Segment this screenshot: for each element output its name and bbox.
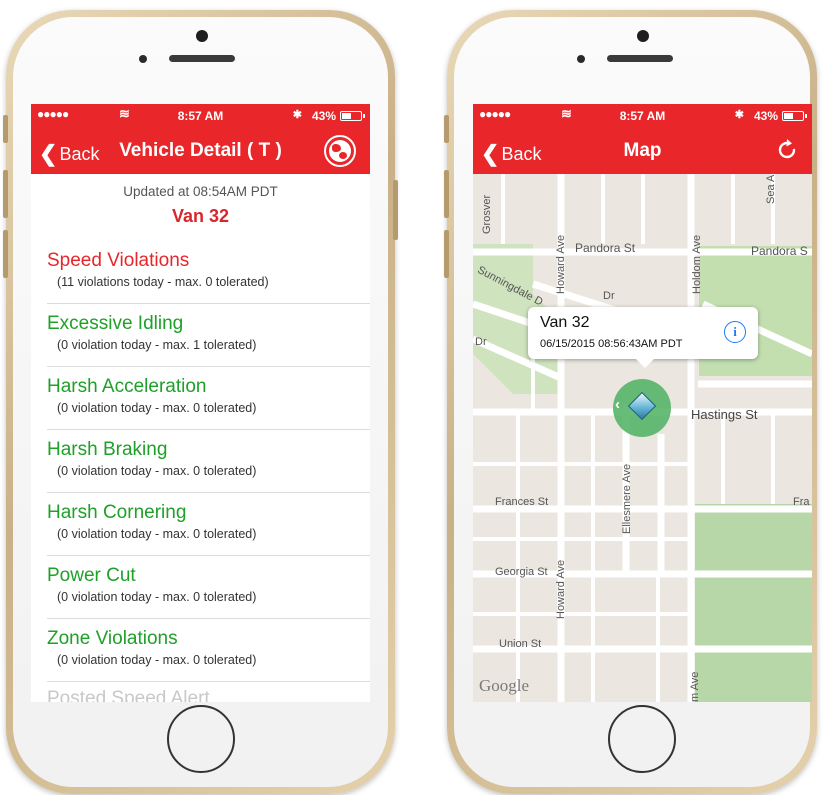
right-proximity-sensor (577, 55, 585, 63)
vehicle-location-marker[interactable]: ‹ (613, 379, 671, 437)
violation-title: Zone Violations (47, 628, 178, 649)
street-label: Sea A (765, 174, 777, 204)
street-label: m Ave (689, 671, 701, 702)
violation-subtitle: (0 violation today - max. 0 tolerated) (57, 401, 257, 415)
left-phone-volume-down (3, 230, 8, 278)
partial-list-item[interactable]: Posted Speed Alert (47, 688, 210, 702)
callout-title: Van 32 (540, 314, 590, 331)
street-label: Frances St (495, 496, 549, 508)
info-icon[interactable]: i (724, 321, 746, 343)
violation-subtitle: (0 violation today - max. 1 tolerated) (57, 338, 257, 352)
left-proximity-sensor (139, 55, 147, 63)
list-item[interactable]: Harsh Acceleration (0 violation today - … (31, 367, 370, 430)
street-label: Hastings St (691, 407, 758, 422)
list-item[interactable]: Speed Violations (11 violations today - … (31, 241, 370, 304)
violation-subtitle: (0 violation today - max. 0 tolerated) (57, 590, 257, 604)
violation-title: Harsh Braking (47, 439, 168, 460)
page-title: Map (623, 140, 662, 161)
left-home-button[interactable] (167, 705, 235, 773)
right-front-camera (637, 30, 649, 42)
left-screen: ●●●●● ≋ 8:57 AM ✱ 43% ❮ Back Vehicle Deta… (31, 104, 370, 702)
street-label: Holdom Ave (691, 234, 703, 294)
street-label: Grosver (481, 194, 493, 234)
list-item[interactable]: Zone Violations (0 violation today - max… (31, 619, 370, 682)
street-label: Fra (793, 496, 810, 508)
battery-icon (782, 111, 807, 121)
list-item[interactable]: Harsh Cornering (0 violation today - max… (31, 493, 370, 556)
battery-icon (340, 111, 365, 121)
left-front-camera (196, 30, 208, 42)
violation-title: Harsh Acceleration (47, 376, 207, 397)
street-label: Pandora St (575, 241, 636, 255)
bluetooth-icon: ✱ (292, 109, 302, 121)
street-label: Union St (499, 638, 542, 650)
left-phone-power (393, 180, 398, 240)
navigation-bar: ❮ Back Map (473, 128, 812, 174)
updated-timestamp: Updated at 08:54AM PDT (123, 184, 278, 199)
street-label: Dr (475, 336, 487, 348)
street-label: Ellesmere Ave (621, 463, 633, 534)
right-phone-volume-up (444, 170, 449, 218)
street-label: Dr (603, 290, 615, 302)
right-phone-mute-switch (444, 115, 449, 143)
callout-tail (636, 359, 654, 368)
status-bar: ●●●●● ≋ 8:57 AM ✱ 43% (31, 104, 370, 128)
violation-title: Speed Violations (47, 250, 190, 271)
park (695, 504, 812, 702)
violation-subtitle: (0 violation today - max. 0 tolerated) (57, 653, 257, 667)
violations-list: Speed Violations (11 violations today - … (31, 241, 370, 682)
violation-title: Excessive Idling (47, 313, 184, 334)
globe-icon[interactable] (324, 135, 356, 167)
right-screen: ●●●●● ≋ 8:57 AM ✱ 43% ❮ Back Map Grosver… (473, 104, 812, 702)
violation-title: Harsh Cornering (47, 502, 187, 523)
bluetooth-icon: ✱ (734, 109, 744, 121)
list-item[interactable]: Harsh Braking (0 violation today - max. … (31, 430, 370, 493)
navigation-bar: ❮ Back Vehicle Detail ( T ) (31, 128, 370, 174)
callout-timestamp: 06/15/2015 08:56:43AM PDT (540, 338, 683, 350)
divider (47, 681, 370, 682)
vehicle-diamond-icon (627, 391, 657, 421)
location-callout[interactable]: Van 32 06/15/2015 08:56:43AM PDT i (528, 307, 758, 368)
street-label: Pandora S (751, 244, 808, 258)
battery-percent: 43% (311, 109, 336, 123)
refresh-icon[interactable] (774, 137, 800, 163)
list-item[interactable]: Power Cut (0 violation today - max. 0 to… (31, 556, 370, 619)
right-phone-volume-down (444, 230, 449, 278)
right-home-button[interactable] (608, 705, 676, 773)
violation-subtitle: (0 violation today - max. 0 tolerated) (57, 527, 257, 541)
right-earpiece-speaker (607, 55, 673, 62)
google-logo: Google (479, 676, 530, 695)
list-item[interactable]: Excessive Idling (0 violation today - ma… (31, 304, 370, 367)
left-earpiece-speaker (169, 55, 235, 62)
left-phone-mute-switch (3, 115, 8, 143)
violation-subtitle: (11 violations today - max. 0 tolerated) (57, 275, 269, 289)
chevron-left-icon: ‹ (615, 396, 620, 413)
battery-percent: 43% (753, 109, 778, 123)
street-label: Georgia St (495, 566, 548, 578)
left-phone-volume-up (3, 170, 8, 218)
page-title: Vehicle Detail ( T ) (119, 140, 282, 161)
status-bar: ●●●●● ≋ 8:57 AM ✱ 43% (473, 104, 812, 128)
violation-title: Power Cut (47, 565, 136, 586)
vehicle-name: Van 32 (171, 206, 230, 226)
street-label: Howard Ave (555, 559, 567, 619)
violation-subtitle: (0 violation today - max. 0 tolerated) (57, 464, 257, 478)
map-view[interactable]: Grosver Sea A Pandora St Pandora S Howar… (473, 174, 812, 702)
street-label: Howard Ave (555, 234, 567, 294)
